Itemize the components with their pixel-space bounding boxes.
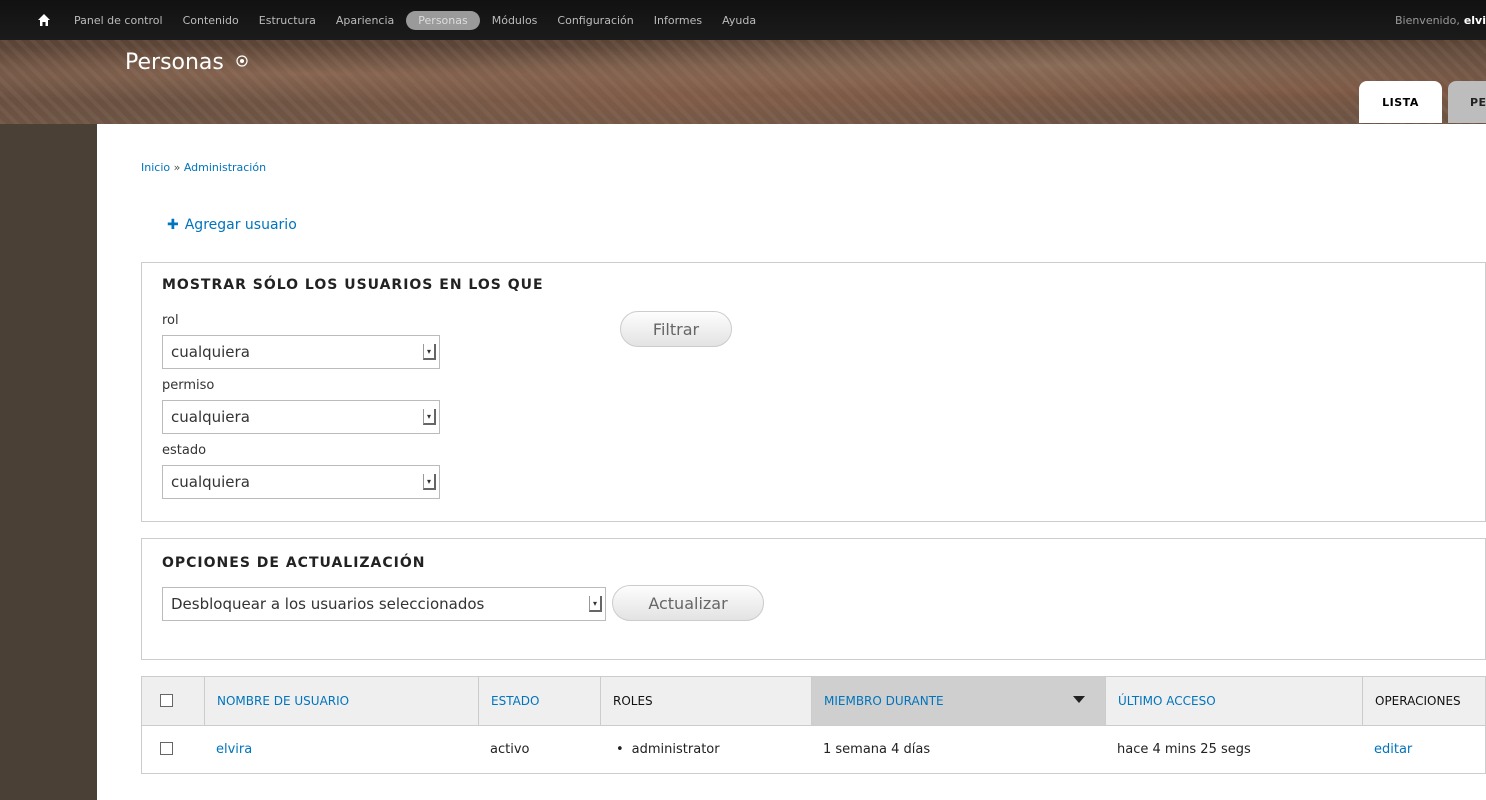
menu-item-appearance[interactable]: Apariencia [328, 11, 402, 30]
menu-item-modules[interactable]: Módulos [484, 11, 546, 30]
permission-label: permiso [162, 378, 215, 393]
breadcrumb-home[interactable]: Inicio [141, 161, 170, 174]
select-all-checkbox[interactable] [160, 694, 173, 707]
edit-link[interactable]: editar [1362, 725, 1412, 773]
page-title: Personas [125, 50, 248, 75]
main-content: Inicio » Administración ✚ Agregar usuari… [97, 124, 1486, 800]
column-header-last-access[interactable]: ÚLTIMO ACCESO [1105, 677, 1362, 725]
select-arrow-icon: ▾ [423, 409, 436, 425]
filter-fieldset: MOSTRAR SÓLO LOS USUARIOS EN LOS QUE rol… [141, 262, 1486, 522]
column-header-roles: ROLES [600, 677, 811, 725]
edit-link-text: editar [1374, 741, 1413, 757]
welcome-user-link[interactable]: elvi [1464, 14, 1486, 27]
breadcrumb: Inicio » Administración [141, 161, 266, 174]
filter-legend: MOSTRAR SÓLO LOS USUARIOS EN LOS QUE [162, 277, 544, 293]
update-options-fieldset: OPCIONES DE ACTUALIZACIÓN Desbloquear a … [141, 538, 1486, 660]
menu-item-structure[interactable]: Estructura [251, 11, 324, 30]
menu-item-content[interactable]: Contenido [175, 11, 247, 30]
welcome-message: Bienvenido, elvi [1395, 0, 1486, 40]
admin-toolbar: Panel de control Contenido Estructura Ap… [0, 0, 1486, 41]
breadcrumb-separator: » [173, 161, 181, 174]
toolbar-menu: Panel de control Contenido Estructura Ap… [66, 10, 768, 30]
username-text: elvira [216, 741, 253, 757]
menu-item-dashboard[interactable]: Panel de control [66, 11, 171, 30]
column-header-username[interactable]: NOMBRE DE USUARIO [204, 677, 478, 725]
status-label: estado [162, 443, 207, 458]
add-user-label: Agregar usuario [184, 217, 297, 233]
member-for-cell: 1 semana 4 días [823, 741, 931, 757]
update-button[interactable]: Actualizar [612, 585, 764, 621]
filter-button[interactable]: Filtrar [620, 311, 732, 347]
username-link[interactable]: elvira [204, 725, 252, 773]
role-text: administrator [631, 741, 720, 757]
status-select[interactable]: cualquiera ▾ [162, 465, 440, 499]
select-arrow-icon: ▾ [423, 474, 436, 490]
update-action-value: Desbloquear a los usuarios seleccionados [171, 595, 485, 613]
plus-icon: ✚ [167, 217, 179, 233]
last-access-cell: hace 4 mins 25 segs [1117, 741, 1251, 757]
add-shortcut-star-icon[interactable] [236, 54, 248, 71]
welcome-prefix: Bienvenido, [1394, 13, 1460, 27]
table-header: NOMBRE DE USUARIO ESTADO ROLES MIEMBRO D… [142, 677, 1485, 726]
role-label: rol [162, 313, 179, 328]
menu-item-configuration[interactable]: Configuración [549, 11, 641, 30]
primary-tabs: LISTA PE [1353, 81, 1486, 123]
column-header-member-for[interactable]: MIEMBRO DURANTE [811, 677, 1105, 725]
add-user-link[interactable]: ✚ Agregar usuario [167, 217, 297, 233]
tab-permissions[interactable]: PE [1448, 81, 1486, 123]
role-select-value: cualquiera [171, 343, 250, 361]
roles-cell: • administrator [600, 725, 720, 773]
bullet-icon: • [616, 741, 624, 757]
tab-list[interactable]: LISTA [1359, 81, 1442, 123]
sort-descending-icon [1073, 696, 1085, 703]
home-icon[interactable] [30, 0, 58, 40]
column-header-member-for-label: MIEMBRO DURANTE [824, 694, 944, 708]
permission-select[interactable]: cualquiera ▾ [162, 400, 440, 434]
update-action-select[interactable]: Desbloquear a los usuarios seleccionados… [162, 587, 606, 621]
status-cell: activo [490, 741, 530, 757]
menu-item-reports[interactable]: Informes [646, 11, 710, 30]
breadcrumb-admin[interactable]: Administración [184, 161, 266, 174]
update-legend: OPCIONES DE ACTUALIZACIÓN [162, 555, 426, 571]
role-select[interactable]: cualquiera ▾ [162, 335, 440, 369]
select-arrow-icon: ▾ [589, 596, 602, 612]
row-checkbox[interactable] [160, 742, 173, 755]
users-table: NOMBRE DE USUARIO ESTADO ROLES MIEMBRO D… [141, 676, 1486, 774]
menu-item-help[interactable]: Ayuda [714, 11, 764, 30]
select-arrow-icon: ▾ [423, 344, 436, 360]
page-title-text: Personas [125, 50, 224, 75]
column-header-status[interactable]: ESTADO [478, 677, 600, 725]
menu-item-people[interactable]: Personas [406, 10, 480, 30]
status-select-value: cualquiera [171, 473, 250, 491]
column-header-operations: OPERACIONES [1362, 677, 1486, 725]
permission-select-value: cualquiera [171, 408, 250, 426]
